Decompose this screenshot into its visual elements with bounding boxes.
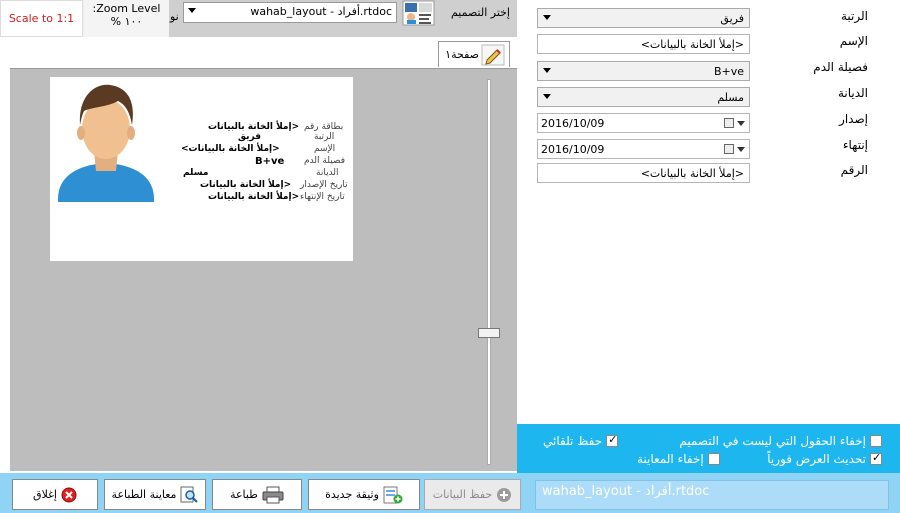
- chevron-down-icon: [543, 15, 551, 20]
- hide-preview-option[interactable]: إخفاء المعاينة: [637, 452, 720, 466]
- preview-panel: صفحة١ بطاقة رقم إملأ الخانة بالبيانات> ا…: [10, 37, 517, 471]
- design-thumbnail-icon[interactable]: [401, 0, 436, 26]
- printer-icon: [262, 486, 284, 503]
- new-document-icon: [383, 486, 403, 503]
- page-tab-label: صفحة١: [445, 48, 479, 61]
- auto-save-label: حفظ تلقائي: [543, 434, 603, 448]
- new-document-label: وثيقة جديدة: [325, 488, 379, 501]
- zoom-label: :Zoom Level: [92, 2, 161, 15]
- card-label-religion: الديانة: [316, 168, 339, 178]
- person-avatar-icon: [58, 84, 154, 202]
- card-label-issue: تاريخ الإصدار: [300, 180, 348, 190]
- religion-dropdown[interactable]: مسلم: [537, 87, 750, 107]
- chevron-down-icon: [188, 8, 196, 13]
- new-document-button[interactable]: وثيقة جديدة: [308, 479, 420, 510]
- issue-date-picker[interactable]: 2016/10/09: [537, 113, 750, 133]
- rank-label: الرتبة: [840, 9, 868, 23]
- card-label-rank: الرتبة: [314, 132, 335, 142]
- name-field[interactable]: <إملأ الخانة بالبيانات>: [537, 34, 750, 54]
- live-update-checkbox[interactable]: [870, 451, 882, 465]
- top-toolbar: Scale to 1:1 :Zoom Level % ١٠٠ نو wahab_…: [0, 0, 517, 37]
- card-value-blood: B+ve: [255, 156, 285, 167]
- zoom-slider-track[interactable]: [487, 79, 491, 465]
- magnifier-icon: [180, 486, 199, 503]
- card-label-expiry: تاريخ الإنتهاء: [300, 192, 345, 202]
- zoom-level-display: :Zoom Level % ١٠٠: [84, 0, 169, 37]
- blood-type-label: فصيلة الدم: [813, 60, 868, 74]
- options-panel: إخفاء الحقول التي ليست في التصميم حفظ تل…: [517, 424, 900, 473]
- religion-value: مسلم: [717, 91, 744, 104]
- tab-page-1[interactable]: صفحة١: [438, 41, 510, 67]
- card-value-name: <إملأ الخانة بالبيانات>: [181, 144, 280, 154]
- zoom-slider-thumb[interactable]: [478, 328, 500, 338]
- card-value-expiry: إملأ الخانة بالبيانات>: [208, 192, 300, 202]
- hide-fields-checkbox[interactable]: [870, 435, 882, 447]
- name-label: الإسم: [839, 34, 868, 48]
- design-dropdown-value: wahab_layout - أفراد.rtdoc: [250, 5, 392, 18]
- card-label-number: بطاقة رقم: [304, 122, 344, 132]
- rank-value: فريق: [720, 12, 744, 25]
- card-value-religion: مسلم: [183, 168, 209, 178]
- card-value-issue: إملأ الخانة بالبيانات>: [200, 180, 292, 190]
- close-button[interactable]: إغلاق: [12, 479, 98, 510]
- bottom-action-bar: إغلاق معاينة الطباعة طباعة وثيقة جديدة ح…: [0, 473, 900, 513]
- zoom-value: % ١٠٠: [110, 15, 143, 28]
- number-label: الرقم: [840, 163, 868, 177]
- calendar-icon[interactable]: [724, 118, 745, 128]
- rank-dropdown[interactable]: فريق: [537, 8, 750, 28]
- expiry-date-label: إنتهاء: [842, 138, 868, 152]
- hide-fields-option[interactable]: إخفاء الحقول التي ليست في التصميم: [679, 434, 882, 448]
- chevron-down-icon: [543, 68, 551, 73]
- auto-save-option[interactable]: حفظ تلقائي: [543, 433, 619, 448]
- design-dropdown[interactable]: wahab_layout - أفراد.rtdoc: [183, 2, 397, 23]
- live-update-option[interactable]: تحديث العرض فورياً: [767, 451, 882, 466]
- name-value: <إملأ الخانة بالبيانات>: [640, 38, 744, 51]
- live-update-label: تحديث العرض فورياً: [767, 452, 866, 466]
- id-card-preview: بطاقة رقم إملأ الخانة بالبيانات> الرتبة …: [50, 77, 353, 261]
- expiry-date-picker[interactable]: 2016/10/09: [537, 139, 750, 159]
- close-button-label: إغلاق: [33, 488, 57, 501]
- status-bar: wahab_layout - أفراد.rtdoc: [535, 480, 889, 510]
- number-value: <إملأ الخانة بالبيانات>: [640, 167, 744, 180]
- hide-fields-label: إخفاء الحقول التي ليست في التصميم: [679, 434, 866, 448]
- religion-label: الديانة: [837, 86, 868, 100]
- chevron-down-icon: [543, 94, 551, 99]
- pencil-icon: [481, 44, 505, 65]
- page-tab-bar: صفحة١: [10, 37, 517, 69]
- save-data-button[interactable]: حفظ البيانات: [424, 479, 521, 510]
- blood-type-dropdown[interactable]: B+ve: [537, 61, 750, 81]
- print-button-label: طباعة: [230, 488, 258, 501]
- hide-preview-checkbox[interactable]: [707, 453, 720, 465]
- choose-design-label: إختر التصميم: [450, 6, 510, 19]
- blood-type-value: B+ve: [713, 65, 744, 78]
- number-field[interactable]: <إملأ الخانة بالبيانات>: [537, 163, 750, 183]
- truncated-label: نو: [170, 10, 179, 23]
- status-text: wahab_layout - أفراد.rtdoc: [542, 484, 710, 499]
- close-icon: [61, 487, 77, 502]
- hide-preview-label: إخفاء المعاينة: [637, 452, 704, 466]
- scale-button-label: Scale to 1:1: [8, 12, 75, 25]
- auto-save-checkbox[interactable]: [606, 433, 619, 447]
- print-preview-button[interactable]: معاينة الطباعة: [104, 479, 206, 510]
- expiry-date-value: 2016/10/09: [541, 143, 605, 156]
- card-label-blood: فصيلة الدم: [304, 156, 346, 166]
- issue-date-value: 2016/10/09: [541, 117, 605, 130]
- add-circle-icon: [497, 487, 512, 502]
- print-button[interactable]: طباعة: [212, 479, 302, 510]
- data-entry-form: الرتبة فريق الإسم <إملأ الخانة بالبيانات…: [517, 0, 900, 424]
- save-data-label: حفظ البيانات: [432, 488, 493, 501]
- card-value-number: إملأ الخانة بالبيانات>: [208, 122, 300, 132]
- scale-to-1-1-button[interactable]: Scale to 1:1: [0, 0, 83, 37]
- card-value-rank: فريق: [238, 132, 261, 142]
- print-preview-label: معاينة الطباعة: [111, 488, 177, 501]
- calendar-icon[interactable]: [724, 144, 745, 154]
- issue-date-label: إصدار: [839, 112, 868, 126]
- card-label-name: الإسم: [314, 144, 336, 154]
